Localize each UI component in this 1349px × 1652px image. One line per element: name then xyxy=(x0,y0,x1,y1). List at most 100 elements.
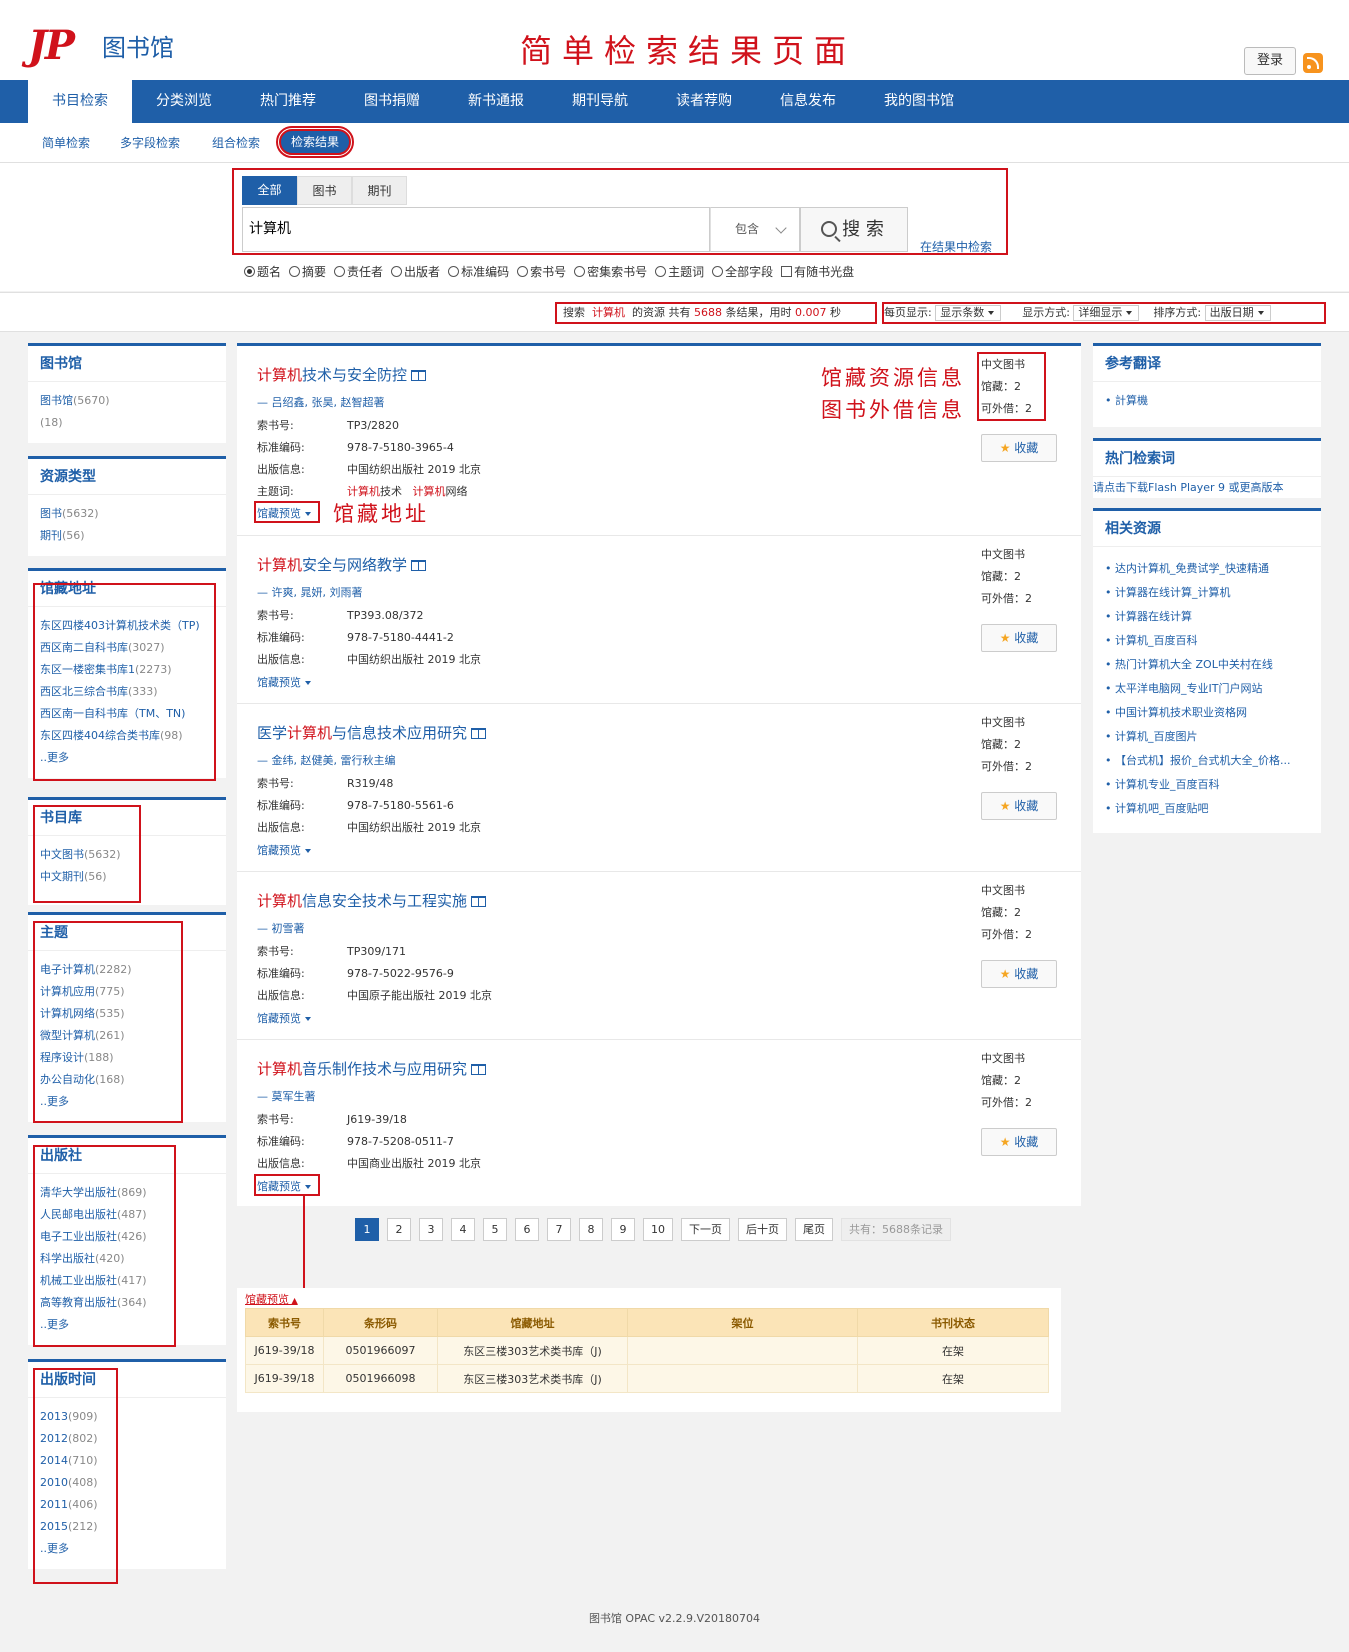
related-item[interactable]: • 计算机_百度百科 xyxy=(1105,629,1309,653)
field-option-isbn[interactable]: 标准编码 xyxy=(448,263,509,280)
holdings-preview-toggle[interactable]: 馆藏预览 xyxy=(257,1010,311,1026)
result-authors[interactable]: — 许爽, 晁妍, 刘雨著 xyxy=(257,584,362,600)
per-page-select[interactable]: 显示条数 xyxy=(935,305,1002,321)
result-authors[interactable]: — 莫军生著 xyxy=(257,1088,316,1104)
favorite-button[interactable]: ★ 收藏 xyxy=(981,434,1057,462)
result-holdings-summary: 中文图书 馆藏：2 可外借：2 xyxy=(981,880,1032,946)
nav-new-books[interactable]: 新书通报 xyxy=(444,80,548,123)
cell: 0501966097 xyxy=(323,1336,438,1365)
star-icon: ★ xyxy=(999,631,1011,645)
nav-info[interactable]: 信息发布 xyxy=(756,80,860,123)
facet-item[interactable]: 图书(5632) xyxy=(40,503,214,525)
lendable-count: 可外借：2 xyxy=(981,592,1032,605)
caret-down-icon xyxy=(988,311,995,315)
caret-down-icon xyxy=(1257,311,1264,315)
holdings-preview-collapse[interactable]: 馆藏预览 ▲ xyxy=(245,1291,298,1307)
tab-all[interactable]: 全部 xyxy=(242,176,297,205)
result-authors[interactable]: — 初雪著 xyxy=(257,920,305,936)
nav-journals[interactable]: 期刊导航 xyxy=(548,80,652,123)
field-option-author[interactable]: 责任者 xyxy=(334,263,383,280)
page-button-5[interactable]: 5 xyxy=(483,1218,507,1241)
nav-recommend[interactable]: 读者荐购 xyxy=(652,80,756,123)
next-page-button[interactable]: 下一页 xyxy=(681,1218,730,1241)
page-button-8[interactable]: 8 xyxy=(579,1218,603,1241)
favorite-button[interactable]: ★ 收藏 xyxy=(981,624,1057,652)
favorite-button[interactable]: ★ 收藏 xyxy=(981,792,1057,820)
display-mode-select[interactable]: 详细显示 xyxy=(1073,305,1140,321)
translate-item[interactable]: • 計算機 xyxy=(1105,390,1309,412)
field-option-publisher[interactable]: 出版者 xyxy=(391,263,440,280)
sub-nav-simple[interactable]: 简单检索 xyxy=(42,134,90,151)
related-item[interactable]: • 计算器在线计算 xyxy=(1105,605,1309,629)
sub-nav-multi-field[interactable]: 多字段检索 xyxy=(120,134,180,151)
caret-down-icon xyxy=(305,1017,311,1021)
related-item[interactable]: • 计算机吧_百度贴吧 xyxy=(1105,797,1309,821)
next-ten-button[interactable]: 后十页 xyxy=(738,1218,787,1241)
sort-select[interactable]: 出版日期 xyxy=(1204,305,1271,321)
search-within-results-link[interactable]: 在结果中检索 xyxy=(920,238,992,255)
search-input[interactable]: 计算机 xyxy=(242,207,710,252)
match-mode-select[interactable]: 包含 xyxy=(710,207,800,252)
result-title-link[interactable]: 计算机音乐制作技术与应用研究 xyxy=(257,1058,487,1079)
tab-journals[interactable]: 期刊 xyxy=(352,176,407,205)
result-title-link[interactable]: 医学计算机与信息技术应用研究 xyxy=(257,722,487,743)
page-button-6[interactable]: 6 xyxy=(515,1218,539,1241)
field-option-dense-call-no[interactable]: 密集索书号 xyxy=(574,263,647,280)
related-item[interactable]: • 中国计算机技术职业资格网 xyxy=(1105,701,1309,725)
result-title-link[interactable]: 计算机技术与安全防控 xyxy=(257,364,427,385)
facet-item[interactable]: (18) xyxy=(40,412,214,434)
facet-item[interactable]: 期刊(56) xyxy=(40,525,214,547)
page-button-3[interactable]: 3 xyxy=(419,1218,443,1241)
last-page-button[interactable]: 尾页 xyxy=(795,1218,833,1241)
related-item[interactable]: • 计算器在线计算_计算机 xyxy=(1105,581,1309,605)
page-button-9[interactable]: 9 xyxy=(611,1218,635,1241)
nav-my-library[interactable]: 我的图书馆 xyxy=(860,80,978,123)
sub-nav-combined[interactable]: 组合检索 xyxy=(212,134,260,151)
field-option-subject[interactable]: 主题词 xyxy=(655,263,704,280)
result-authors[interactable]: — 金纬, 赵健美, 雷行秋主编 xyxy=(257,752,395,768)
annotation-lend-info: 图书外借信息 xyxy=(821,398,965,422)
result-authors[interactable]: — 吕绍鑫, 张昊, 赵智超著 xyxy=(257,394,384,410)
search-button[interactable]: 搜 索 xyxy=(800,207,908,252)
related-item[interactable]: • 达内计算机_免费试学_快速精通 xyxy=(1105,557,1309,581)
field-option-all[interactable]: 全部字段 xyxy=(712,263,773,280)
related-item[interactable]: • 【台式机】报价_台式机大全_价格... xyxy=(1105,749,1309,773)
result-title-link[interactable]: 计算机信息安全技术与工程实施 xyxy=(257,890,487,911)
page-button-7[interactable]: 7 xyxy=(547,1218,571,1241)
field-option-title[interactable]: 题名 xyxy=(244,263,281,280)
result-isbn: 标准编码: 978-7-5180-4441-2 xyxy=(257,631,454,644)
tab-books[interactable]: 图书 xyxy=(297,176,352,205)
stats-count: 5688 xyxy=(694,306,722,319)
page-button-4[interactable]: 4 xyxy=(451,1218,475,1241)
page-button-2[interactable]: 2 xyxy=(387,1218,411,1241)
sub-nav-results[interactable]: 检索结果 xyxy=(276,126,354,158)
caret-down-icon xyxy=(305,681,311,685)
favorite-button[interactable]: ★ 收藏 xyxy=(981,960,1057,988)
page-button-1[interactable]: 1 xyxy=(355,1218,379,1241)
cell: J619-39/18 xyxy=(245,1364,324,1393)
rss-icon[interactable] xyxy=(1303,53,1323,73)
result-title-link[interactable]: 计算机安全与网络教学 xyxy=(257,554,427,575)
nav-donate[interactable]: 图书捐赠 xyxy=(340,80,444,123)
holdings-table: 索书号 条形码 馆藏地址 架位 书刊状态 J619-39/18 05019660… xyxy=(245,1308,1049,1393)
catalog-type: 中文图书 xyxy=(981,1052,1025,1065)
field-option-abstract[interactable]: 摘要 xyxy=(289,263,326,280)
field-option-call-no[interactable]: 索书号 xyxy=(517,263,566,280)
nav-hot[interactable]: 热门推荐 xyxy=(236,80,340,123)
page-button-10[interactable]: 10 xyxy=(643,1218,673,1241)
panel-title: 参考翻译 xyxy=(1093,346,1321,382)
cd-checkbox[interactable]: 有随书光盘 xyxy=(781,263,854,280)
annotation-box xyxy=(33,583,216,781)
related-item[interactable]: • 计算机专业_百度百科 xyxy=(1105,773,1309,797)
related-item[interactable]: • 计算机_百度图片 xyxy=(1105,725,1309,749)
related-item[interactable]: • 热门计算机大全 ZOL中关村在线 xyxy=(1105,653,1309,677)
related-item[interactable]: • 太平洋电脑网_专业IT门户网站 xyxy=(1105,677,1309,701)
holdings-preview-toggle[interactable]: 馆藏预览 xyxy=(257,674,311,690)
facet-item[interactable]: 图书馆(5670) xyxy=(40,390,214,412)
nav-browse[interactable]: 分类浏览 xyxy=(132,80,236,123)
favorite-button[interactable]: ★ 收藏 xyxy=(981,1128,1057,1156)
holdings-preview-toggle[interactable]: 馆藏预览 xyxy=(257,842,311,858)
flash-notice-link[interactable]: 请点击下载Flash Player 9 或更高版本 xyxy=(1093,477,1321,499)
login-button[interactable]: 登录 xyxy=(1244,47,1296,75)
nav-catalog-search[interactable]: 书目检索 xyxy=(28,80,132,123)
